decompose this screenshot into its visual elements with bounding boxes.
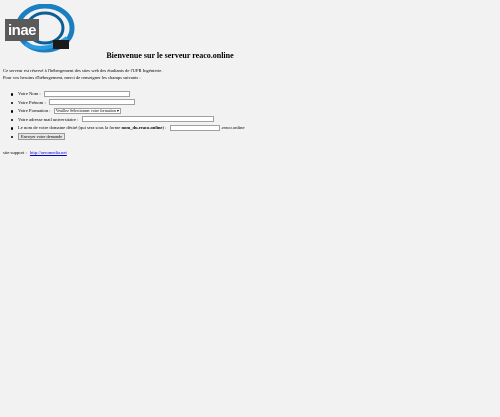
email-input[interactable] [81,116,214,123]
support-line: site support : http://aeromedia.net [3,150,67,155]
formation-label: Votre Formation : [18,108,51,113]
prenom-label: Votre Prénom : [18,99,46,105]
prenom-input[interactable] [48,99,135,106]
chevron-down-icon: ▾ [116,107,119,113]
domain-label-after: ) : [162,125,167,130]
site-logo: inae [5,4,75,54]
domain-label-before: Le nom de votre domaine désiré (qui sera… [18,125,122,130]
submit-button[interactable]: Envoyer votre demande [18,132,66,140]
nom-input[interactable] [43,90,130,97]
hosting-request-form: Votre Nom : Votre Prénom : Votre Formati… [10,90,245,141]
intro-line-2: Pour vos besoins d'hébergement, merci de… [3,74,141,80]
logo-text: inae [8,22,37,39]
form-row-email: Votre adresse mail universitaire : [10,116,245,125]
page-title: Bienvenue sur le serveur reaco.online [106,51,234,60]
form-row-submit: Envoyer votre demande [10,132,245,142]
form-row-nom: Votre Nom : [10,90,245,99]
form-row-domain: Le nom de votre domaine désiré (qui sera… [10,124,245,133]
domain-input[interactable] [169,124,220,131]
support-link[interactable]: http://aeromedia.net [30,150,67,155]
formation-selected-value: Veuillez Sélectionner votre formation [55,107,116,113]
email-label: Votre adresse mail universitaire : [18,116,79,122]
domain-suffix: .reaco.online [220,125,245,130]
formation-select[interactable]: Veuillez Sélectionner votre formation ▾ [53,107,121,115]
nom-label: Votre Nom : [18,91,41,96]
support-label: site support : [3,150,27,155]
form-row-formation: Votre Formation : Veuillez Sélectionner … [10,107,245,116]
domain-label-bold: nom_du.reaco.online [121,125,163,130]
form-row-prenom: Votre Prénom : [10,99,245,108]
domain-label: Le nom de votre domaine désiré (qui sera… [18,125,166,130]
intro-text: Ce serveur est réservé à l'hébergement d… [3,68,303,81]
